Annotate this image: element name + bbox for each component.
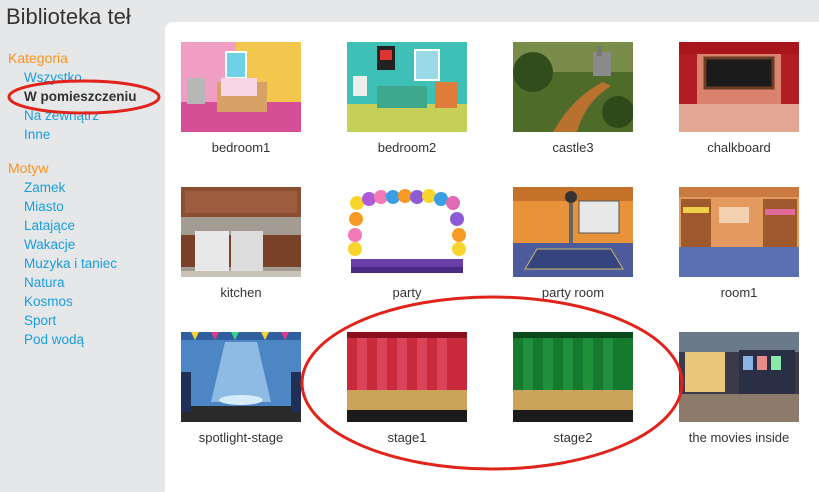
backdrop-label: bedroom2: [377, 140, 437, 155]
backdrop-tile[interactable]: bedroom1: [165, 42, 305, 182]
backdrop-thumbnail: [181, 187, 301, 277]
backdrop-tile[interactable]: party room: [497, 187, 637, 327]
category-all[interactable]: Wszystko: [24, 70, 82, 85]
backdrop-thumbnail: [347, 42, 467, 132]
library-title: Biblioteka teł: [6, 4, 131, 29]
backdrop-thumbnail: [181, 332, 301, 422]
category-heading: Kategoria: [8, 50, 68, 66]
theme-flying[interactable]: Latające: [24, 218, 75, 233]
category-other[interactable]: Inne: [24, 127, 50, 142]
backdrop-tile[interactable]: stage2: [497, 332, 637, 472]
backdrop-tile[interactable]: kitchen: [165, 187, 305, 327]
backdrop-thumbnail: [513, 187, 633, 277]
backdrop-thumbnail: [679, 42, 799, 132]
theme-holiday[interactable]: Wakacje: [24, 237, 75, 252]
backdrop-thumbnail: [513, 332, 633, 422]
theme-castle[interactable]: Zamek: [24, 180, 65, 195]
theme-city[interactable]: Miasto: [24, 199, 64, 214]
backdrop-tile[interactable]: bedroom2: [331, 42, 471, 182]
backdrop-label: party room: [541, 285, 605, 300]
backdrop-tile[interactable]: castle3: [497, 42, 637, 182]
backdrop-thumbnail: [679, 187, 799, 277]
backdrop-label: party: [392, 285, 422, 300]
backdrop-tile[interactable]: the movies inside: [663, 332, 803, 472]
backdrop-label: bedroom1: [211, 140, 271, 155]
theme-heading: Motyw: [8, 160, 49, 176]
theme-nature[interactable]: Natura: [24, 275, 65, 290]
backdrop-label: room1: [720, 285, 758, 300]
backdrop-tile[interactable]: spotlight-stage: [165, 332, 305, 472]
backdrop-label: castle3: [552, 140, 594, 155]
backdrop-label: chalkboard: [707, 140, 771, 155]
backdrop-thumbnail: [347, 332, 467, 422]
theme-space[interactable]: Kosmos: [24, 294, 73, 309]
backdrop-tile[interactable]: room1: [663, 187, 803, 327]
backdrop-label: kitchen: [220, 285, 262, 300]
backdrop-grid: bedroom1 bedroom2 castle3 chalkboard kit…: [165, 22, 819, 492]
theme-music-dance[interactable]: Muzyka i taniec: [24, 256, 117, 271]
category-indoors[interactable]: W pomieszczeniu: [24, 89, 137, 104]
backdrop-thumbnail: [513, 42, 633, 132]
backdrop-label: stage2: [553, 430, 593, 445]
backdrop-label: the movies inside: [688, 430, 790, 445]
backdrop-thumbnail: [347, 187, 467, 277]
backdrop-tile[interactable]: party: [331, 187, 471, 327]
backdrop-thumbnail: [679, 332, 799, 422]
theme-sport[interactable]: Sport: [24, 313, 56, 328]
backdrop-label: spotlight-stage: [198, 430, 284, 445]
theme-underwater[interactable]: Pod wodą: [24, 332, 84, 347]
backdrop-tile[interactable]: chalkboard: [663, 42, 803, 182]
backdrop-thumbnail: [181, 42, 301, 132]
category-outdoors[interactable]: Na zewnątrz: [24, 108, 99, 123]
backdrop-tile[interactable]: stage1: [331, 332, 471, 472]
backdrop-label: stage1: [387, 430, 427, 445]
